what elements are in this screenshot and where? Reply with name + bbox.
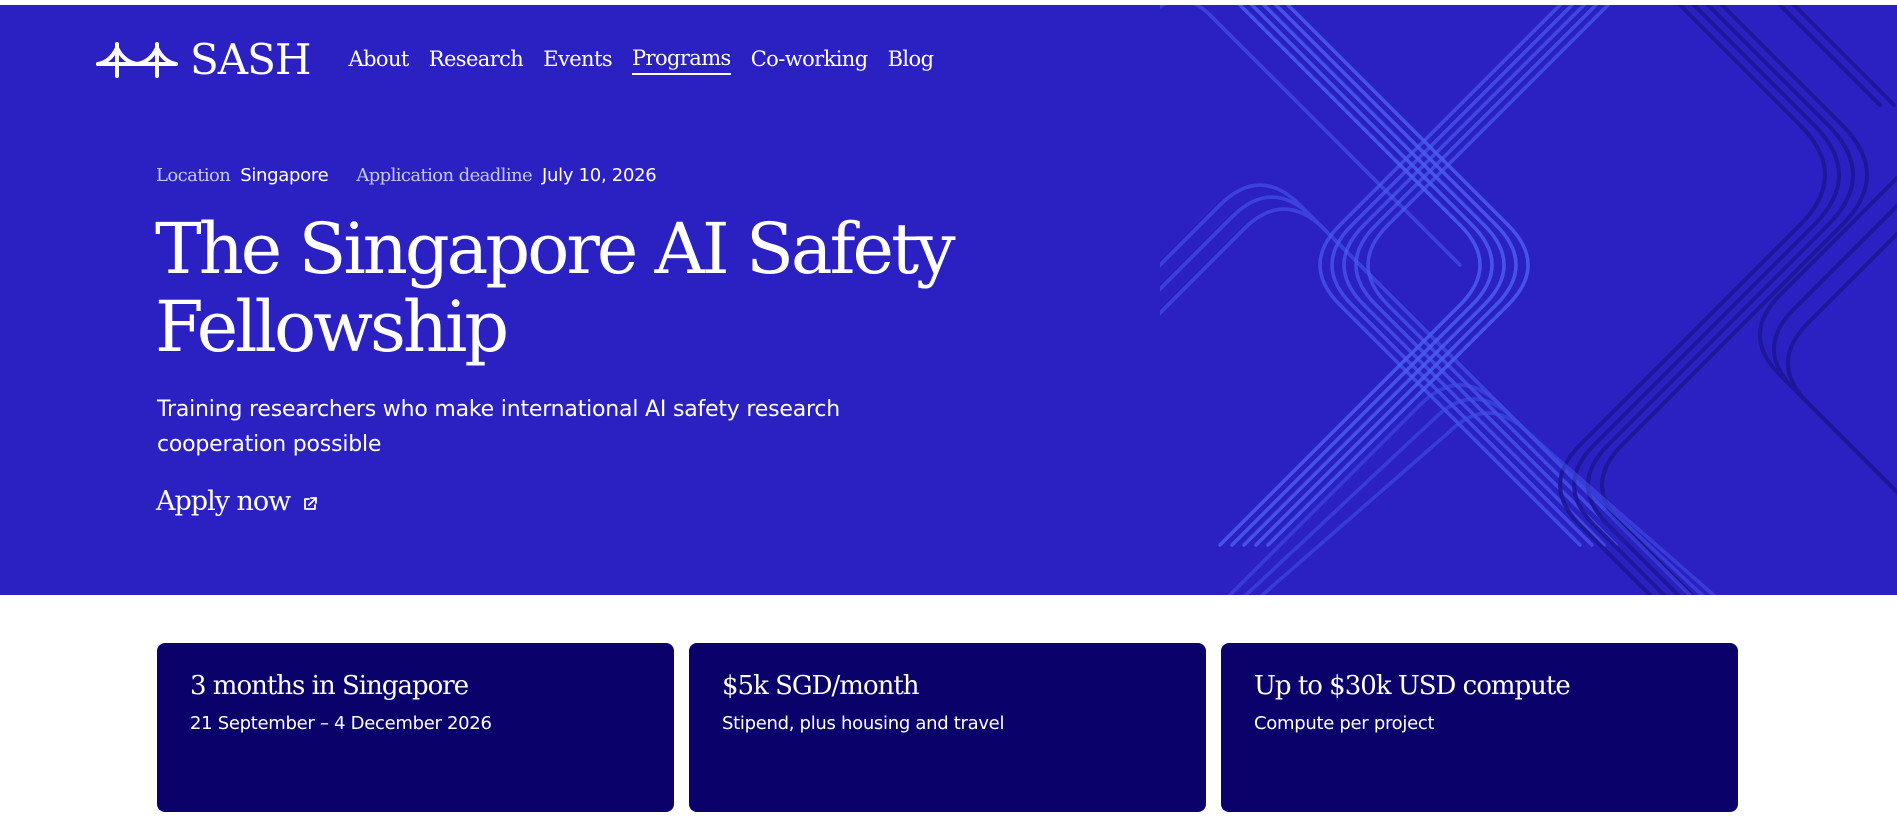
logo-text: SASH [190,35,312,84]
nav-link-programs[interactable]: Programs [632,46,731,75]
location-label: Location [156,165,231,186]
main-nav: SASH About Research Events Programs Co-w… [96,35,953,85]
apply-now-link[interactable]: Apply now [156,486,318,517]
logo-link[interactable]: SASH [96,35,312,84]
program-meta: Location Singapore Application deadline … [156,165,684,186]
highlight-card-stipend: $5k SGD/month Stipend, plus housing and … [689,643,1206,812]
card-description: Stipend, plus housing and travel [722,713,1005,734]
nav-link-blog[interactable]: Blog [888,47,934,74]
hero-section: SASH About Research Events Programs Co-w… [0,5,1897,595]
page-title: The Singapore AI Safety Fellowship [155,208,956,368]
card-title: $5k SGD/month [722,671,920,701]
nav-links: About Research Events Programs Co-workin… [349,46,954,75]
external-link-icon [304,496,318,510]
nav-link-about[interactable]: About [349,47,410,74]
nav-link-co-working[interactable]: Co-working [751,47,868,74]
highlight-card-compute: Up to $30k USD compute Compute per proje… [1221,643,1738,812]
card-title: 3 months in Singapore [190,671,469,701]
nav-link-research[interactable]: Research [429,47,524,74]
card-description: 21 September – 4 December 2026 [190,713,492,734]
deadline-label: Application deadline [356,165,533,186]
location-value: Singapore [240,165,329,186]
deadline-value: July 10, 2026 [542,165,657,186]
apply-now-label: Apply now [156,486,291,517]
page-subtitle: Training researchers who make internatio… [157,397,840,457]
decorative-lattice-pattern [1160,5,1897,595]
program-highlights: 3 months in Singapore 21 September – 4 D… [157,643,1753,812]
bridge-logo-icon [96,42,178,78]
card-description: Compute per project [1254,713,1435,734]
nav-link-events[interactable]: Events [543,47,612,74]
highlight-card-duration: 3 months in Singapore 21 September – 4 D… [157,643,674,812]
card-title: Up to $30k USD compute [1254,671,1571,701]
